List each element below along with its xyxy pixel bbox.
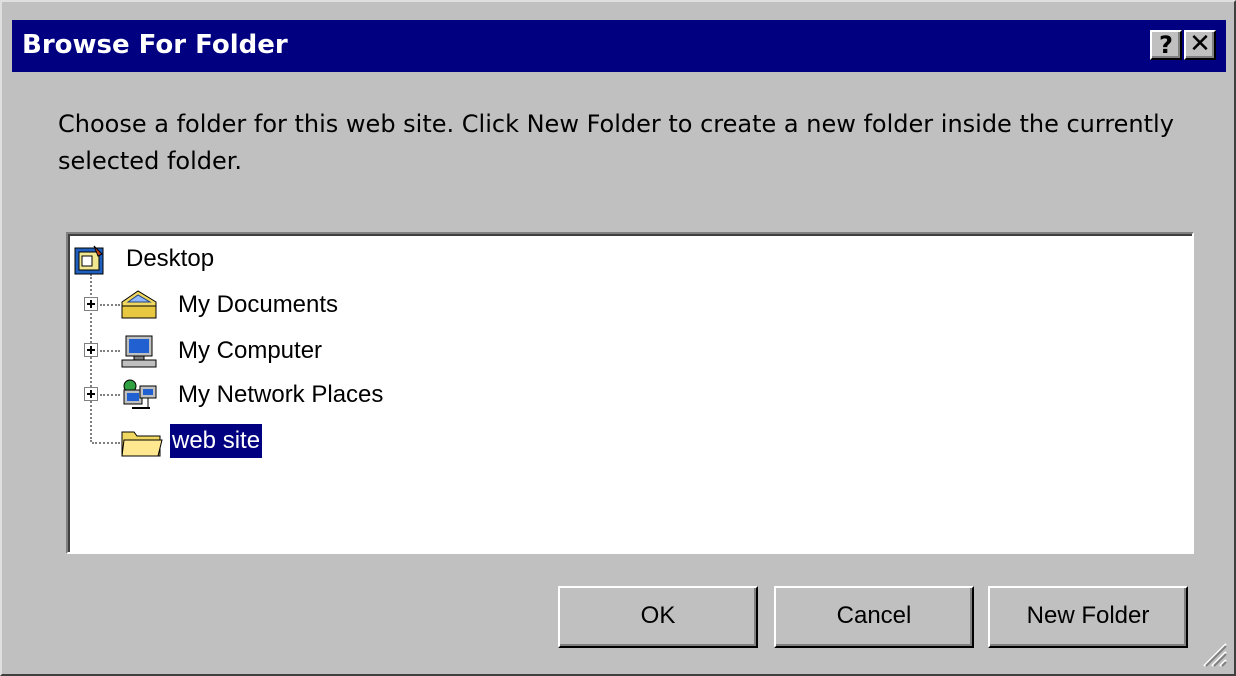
new-folder-button[interactable]: New Folder — [988, 586, 1188, 648]
my-documents-folder-icon — [120, 288, 160, 329]
my-computer-icon — [120, 334, 160, 375]
cancel-button[interactable]: Cancel — [774, 586, 974, 648]
browse-for-folder-dialog: Browse For Folder ? ✕ Choose a folder fo… — [0, 0, 1236, 676]
tree-connector-line — [100, 350, 120, 352]
tree-connector-line — [100, 304, 120, 306]
tree-item-web-site[interactable]: web site — [120, 422, 320, 462]
tree-item-my-computer[interactable]: My Computer — [120, 332, 380, 372]
tree-item-label: My Computer — [178, 337, 323, 364]
title-bar[interactable]: Browse For Folder ? ✕ — [12, 20, 1226, 72]
tree-connector-line — [92, 442, 120, 444]
tree-item-my-documents[interactable]: My Documents — [120, 286, 380, 326]
tree-item-label: Desktop — [126, 245, 215, 272]
expand-toggle[interactable] — [84, 297, 98, 311]
expand-toggle[interactable] — [84, 343, 98, 357]
tree-connector-line — [100, 394, 120, 396]
tree-item-label: My Documents — [178, 291, 339, 318]
tree-item-my-network-places[interactable]: My Network Places — [120, 376, 440, 416]
expand-toggle[interactable] — [84, 387, 98, 401]
window-title: Browse For Folder — [22, 30, 288, 60]
folder-icon — [120, 424, 164, 465]
ok-button[interactable]: OK — [558, 586, 758, 648]
tree-item-label: My Network Places — [178, 381, 384, 408]
resize-grip-icon[interactable] — [1198, 638, 1228, 668]
network-places-icon — [120, 378, 160, 419]
desktop-icon — [72, 242, 108, 283]
help-button[interactable]: ? — [1150, 30, 1182, 60]
close-button[interactable]: ✕ — [1184, 30, 1216, 60]
tree-item-desktop[interactable]: Desktop — [72, 240, 272, 280]
tree-item-label: web site — [170, 424, 263, 458]
instruction-text: Choose a folder for this web site. Click… — [58, 110, 1174, 175]
